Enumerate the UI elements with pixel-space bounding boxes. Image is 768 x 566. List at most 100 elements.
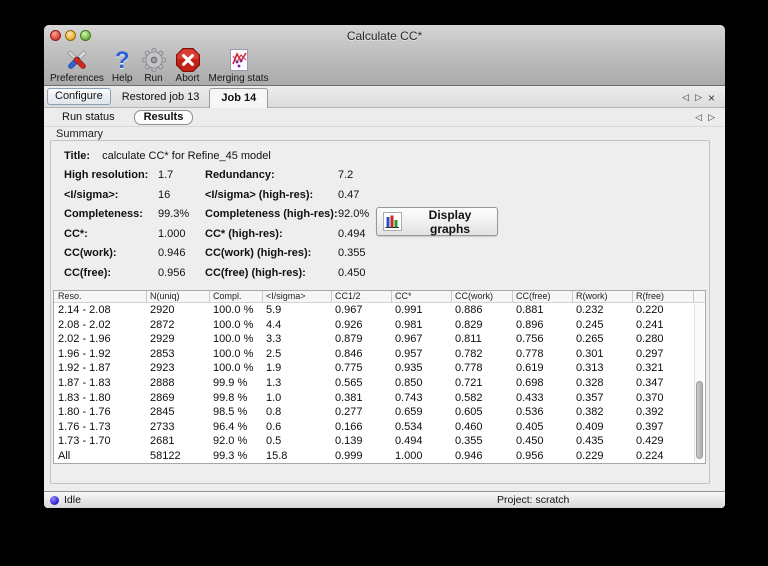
toolbar-label: Preferences (50, 73, 104, 84)
summary-value: 0.956 (158, 266, 186, 279)
cell-nuniq: 2920 (150, 304, 175, 316)
cell-isigma: 3.3 (266, 333, 282, 346)
table-row[interactable]: 1.80 - 1.76 2845 98.5 % 0.8 0.277 0.659 … (54, 405, 705, 420)
tab-job-14[interactable]: Job 14 (209, 88, 269, 108)
table-row[interactable]: 1.76 - 1.73 2733 96.4 % 0.6 0.166 0.534 … (54, 420, 705, 435)
cell-reso: 2.02 - 1.96 (58, 333, 111, 346)
summary-title-value: calculate CC* for Refine_45 model (102, 150, 271, 162)
cell-isigma: 0.8 (266, 406, 282, 419)
cell-rfree: 0.392 (636, 406, 664, 419)
column-header-cc12: CC1/2 (331, 291, 391, 302)
toolbar-button-merging-stats[interactable]: Merging stats (205, 46, 273, 84)
summary-value-high-res: 0.494 (338, 227, 366, 240)
toolbar-button-preferences[interactable]: Preferences (46, 46, 108, 84)
table-scrollbar[interactable] (694, 304, 704, 462)
summary-panel: Title: calculate CC* for Refine_45 model … (50, 140, 710, 484)
cell-reso: 1.92 - 1.87 (58, 362, 111, 375)
tab-nav-controls: ◁ ▷ × (682, 92, 725, 107)
cell-reso: 2.08 - 2.02 (58, 318, 111, 331)
table-row[interactable]: 2.14 - 2.08 2920 100.0 % 5.9 0.967 0.991… (54, 303, 705, 318)
stats-table: Reso. N(uniq) Compl. <I/sigma> CC1/2 CC*… (53, 290, 706, 464)
cell-ccwork: 0.355 (455, 435, 483, 448)
cell-ccstar: 1.000 (395, 449, 423, 462)
scrollbar-thumb[interactable] (696, 381, 703, 459)
cell-isigma: 15.8 (266, 449, 288, 462)
cell-cc12: 0.565 (335, 376, 363, 389)
cell-rwork: 0.265 (576, 333, 604, 346)
window-header: Calculate CC* Preferences ? Help Run Abo… (44, 25, 725, 86)
column-header-compl: Compl. (209, 291, 262, 302)
tab-restored-job-13[interactable]: Restored job 13 (112, 88, 210, 107)
cell-cc12: 0.277 (335, 406, 363, 419)
cell-isigma: 0.6 (266, 420, 282, 433)
table-row[interactable]: 1.92 - 1.87 2923 100.0 % 1.9 0.775 0.935… (54, 361, 705, 376)
right-arrow-icon[interactable]: ▷ (708, 112, 715, 123)
summary-row: CC(free): 0.956 CC(free) (high-res): 0.4… (51, 267, 709, 287)
cell-ccstar: 0.534 (395, 420, 423, 433)
table-row[interactable]: 1.83 - 1.80 2869 99.8 % 1.0 0.381 0.743 … (54, 391, 705, 406)
display-graphs-button[interactable]: Display graphs (376, 207, 498, 236)
table-row[interactable]: 2.08 - 2.02 2872 100.0 % 4.4 0.926 0.981… (54, 318, 705, 333)
summary-label-high-res: Redundancy: (205, 169, 275, 181)
toolbar-button-abort[interactable]: Abort (171, 46, 205, 84)
cell-compl: 100.0 % (213, 362, 254, 375)
summary-value-high-res: 7.2 (338, 169, 354, 181)
table-row[interactable]: 1.87 - 1.83 2888 99.9 % 1.3 0.565 0.850 … (54, 376, 705, 391)
cell-rfree: 0.220 (636, 304, 664, 316)
cell-ccstar: 0.981 (395, 318, 423, 331)
table-row[interactable]: All 58122 99.3 % 15.8 0.999 1.000 0.946 … (54, 449, 705, 463)
cell-reso: 1.76 - 1.73 (58, 420, 111, 433)
toolbar-button-run[interactable]: Run (137, 46, 171, 84)
cell-rwork: 0.232 (576, 304, 604, 316)
column-header-ccstar: CC* (391, 291, 451, 302)
tab-configure[interactable]: Configure (47, 88, 111, 105)
cell-compl: 99.3 % (213, 449, 248, 462)
table-row[interactable]: 1.73 - 1.70 2681 92.0 % 0.5 0.139 0.494 … (54, 434, 705, 449)
table-row[interactable]: 1.96 - 1.92 2853 100.0 % 2.5 0.846 0.957… (54, 347, 705, 362)
right-arrow-icon[interactable]: ▷ (695, 92, 702, 103)
cell-cc12: 0.999 (335, 449, 363, 462)
tab-run-status[interactable]: Run status (52, 111, 125, 123)
cell-isigma: 4.4 (266, 318, 282, 331)
merging-stats-graph-icon (227, 46, 251, 73)
column-header-rwork: R(work) (572, 291, 632, 302)
app-window: Calculate CC* Preferences ? Help Run Abo… (44, 25, 725, 508)
cell-reso: 1.73 - 1.70 (58, 435, 111, 448)
cell-rwork: 0.382 (576, 406, 604, 419)
summary-label: Completeness: (64, 208, 143, 221)
cell-ccwork: 0.460 (455, 420, 483, 433)
status-bar: Idle Project: scratch (44, 491, 725, 508)
cell-rwork: 0.435 (576, 435, 604, 448)
cell-isigma: 1.9 (266, 362, 282, 375)
summary-label: CC(free): (64, 266, 112, 279)
cell-ccwork: 0.582 (455, 391, 483, 404)
summary-value-high-res: 92.0% (338, 208, 370, 221)
summary-value-high-res: 0.47 (338, 188, 360, 201)
left-arrow-icon[interactable]: ◁ (682, 92, 689, 103)
column-header-filler (693, 291, 705, 302)
cell-nuniq: 2872 (150, 318, 175, 331)
cell-ccstar: 0.743 (395, 391, 423, 404)
left-arrow-icon[interactable]: ◁ (695, 112, 702, 123)
cell-ccfree: 0.896 (516, 318, 544, 331)
summary-label-high-res: CC* (high-res): (205, 227, 283, 240)
column-header-ccfree: CC(free) (512, 291, 572, 302)
toolbar-label: Abort (175, 73, 200, 84)
cell-compl: 92.0 % (213, 435, 248, 448)
cell-ccfree: 0.956 (516, 449, 544, 462)
table-row[interactable]: 2.02 - 1.96 2929 100.0 % 3.3 0.879 0.967… (54, 332, 705, 347)
summary-section-label: Summary (56, 128, 104, 140)
cell-rfree: 0.224 (636, 449, 664, 462)
close-icon[interactable]: × (708, 92, 715, 104)
display-graphs-label: Display graphs (428, 207, 472, 236)
cell-nuniq: 2845 (150, 406, 175, 419)
toolbar-button-help[interactable]: ? Help (108, 46, 137, 84)
tab-results[interactable]: Results (133, 109, 194, 125)
summary-label: <I/sigma>: (64, 188, 119, 201)
abort-stop-icon (175, 46, 201, 73)
summary-label: CC(work): (64, 247, 117, 260)
cell-reso: 1.80 - 1.76 (58, 406, 111, 419)
window-titlebar[interactable]: Calculate CC* (44, 25, 725, 46)
cell-compl: 99.9 % (213, 376, 248, 389)
cell-rwork: 0.409 (576, 420, 604, 433)
